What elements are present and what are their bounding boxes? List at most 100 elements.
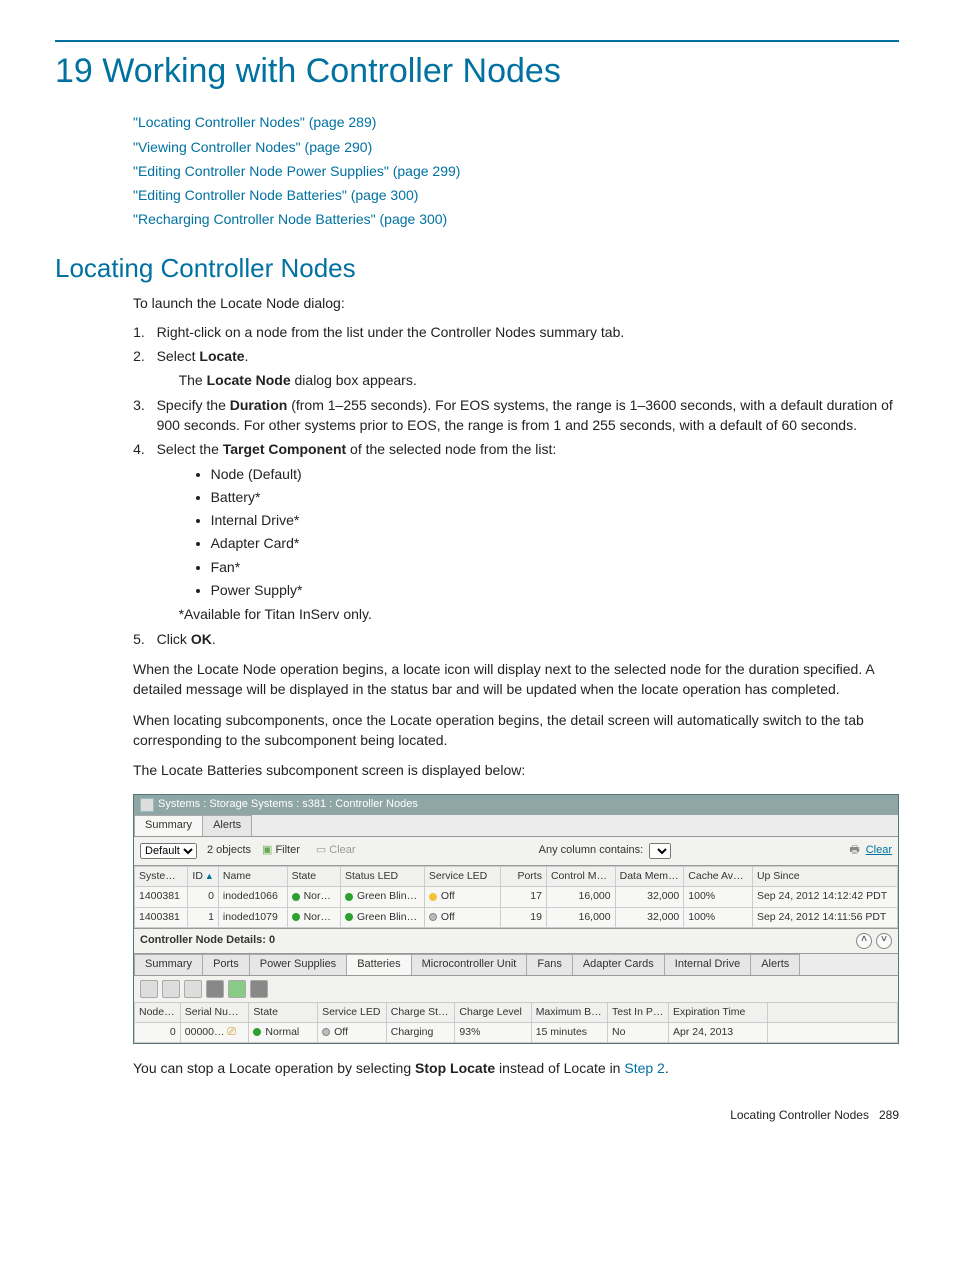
bth-chlvl[interactable]: Charge Level [455,1002,531,1022]
footer-text: Locating Controller Nodes [730,1108,869,1122]
para-2: When locating subcomponents, once the Lo… [133,710,899,751]
bth-nodeid[interactable]: Node ID [135,1002,181,1022]
closing-para: You can stop a Locate operation by selec… [133,1058,899,1078]
th-status-led[interactable]: Status LED [340,867,424,887]
bth-serial[interactable]: Serial Number [180,1002,249,1022]
toc-link-2[interactable]: "Viewing Controller Nodes" (page 290) [133,137,899,157]
filter-bar: Default 2 objects ▣ Filter ▭ Clear Any c… [134,837,898,866]
collapse-up-icon[interactable]: ˄ [856,933,872,949]
closing-pre: You can stop a Locate operation by selec… [133,1060,415,1076]
status-dot-icon [292,893,300,901]
th-cmem[interactable]: Control Memory (GiB) [546,867,615,887]
filter-button[interactable]: ▣ Filter [257,841,305,861]
th-since[interactable]: Up Since [752,867,897,887]
cell-id: 0 [188,887,219,907]
cell-serviceled: Off [424,887,500,907]
th-ports[interactable]: Ports [501,867,547,887]
bth-maxlife[interactable]: Maximum Battery Life [531,1002,607,1022]
toc-link-3[interactable]: "Editing Controller Node Power Supplies"… [133,161,899,181]
dtab-idrive[interactable]: Internal Drive [664,954,751,975]
cell-name: inoded1066 [218,887,287,907]
th-state[interactable]: State [287,867,340,887]
table-row[interactable]: 1400381 0 inoded1066 Normal Green Blinki… [135,887,898,907]
tab-summary[interactable]: Summary [134,815,203,836]
cell-since: Sep 24, 2012 14:11:56 PDT [752,907,897,927]
footnote: *Available for Titan InServ only. [179,604,899,624]
th-name[interactable]: Name [218,867,287,887]
tab-alerts[interactable]: Alerts [202,815,252,836]
th-system-sn[interactable]: System SN [135,867,188,887]
table-row[interactable]: 1400381 1 inoded1079 Normal Green Blinki… [135,907,898,927]
bullet-node: Node (Default) [211,464,899,484]
dtab-batteries[interactable]: Batteries [346,954,411,975]
step2-pre: Select [157,348,200,364]
collapse-down-icon[interactable]: ˅ [876,933,892,949]
battery5-icon[interactable] [228,980,246,998]
dtab-fans[interactable]: Fans [526,954,572,975]
toc-link-1[interactable]: "Locating Controller Nodes" (page 289) [133,112,899,132]
search-dropdown[interactable] [649,843,671,859]
page-footer: Locating Controller Nodes 289 [55,1107,899,1124]
cell-since: Sep 24, 2012 14:12:42 PDT [752,887,897,907]
dtab-mcu[interactable]: Microcontroller Unit [411,954,528,975]
bcell-node: 0 [135,1023,181,1043]
table-row[interactable]: 0 00000… ⎚ Normal Off Charging 93% 15 mi… [135,1023,898,1043]
dtab-alerts[interactable]: Alerts [750,954,800,975]
th-cache[interactable]: Cache Availability [684,867,753,887]
clear-button-right[interactable]: Clear [866,843,892,859]
step5-bold: OK [191,631,212,647]
th-id[interactable]: ID▲ [188,867,219,887]
target-component-list: Node (Default) Battery* Internal Drive* … [197,464,899,601]
footer-page: 289 [879,1108,899,1122]
toc-link-4[interactable]: "Editing Controller Node Batteries" (pag… [133,185,899,205]
filter-dropdown[interactable]: Default [140,843,197,859]
bcell-state: Normal [249,1023,318,1043]
led-dot-icon [322,1028,330,1036]
bcell-chstate: Charging [386,1023,455,1043]
step2-sub-pre: The [179,372,207,388]
para-1: When the Locate Node operation begins, a… [133,659,899,700]
bcell-empty [768,1023,898,1043]
table-header-row: Node ID Serial Number State Service LED … [135,1002,898,1022]
cell-serviceled: Off [424,907,500,927]
toc-link-5[interactable]: "Recharging Controller Node Batteries" (… [133,209,899,229]
step4-pre: Select the [157,441,223,457]
table-header-row: System SN ID▲ Name State Status LED Serv… [135,867,898,887]
dtab-adapter[interactable]: Adapter Cards [572,954,665,975]
bth-svcled[interactable]: Service LED [318,1002,387,1022]
dtab-summary[interactable]: Summary [134,954,203,975]
battery4-icon[interactable] [206,980,224,998]
bth-state[interactable]: State [249,1002,318,1022]
details-title-text: Controller Node Details: 0 [140,933,275,949]
battery3-icon[interactable] [184,980,202,998]
status-dot-icon [253,1028,261,1036]
battery2-icon[interactable] [162,980,180,998]
cell-statusled: Green Blinking [340,907,424,927]
bth-test[interactable]: Test In Progress [607,1002,668,1022]
cell-id: 1 [188,907,219,927]
clear-label-left: Clear [329,843,355,859]
cell-cmem: 16,000 [546,907,615,927]
step2-sub-post: dialog box appears. [291,372,417,388]
step2-link[interactable]: Step 2 [624,1060,664,1076]
led-dot-icon [429,893,437,901]
clear-button-left[interactable]: ▭ Clear [311,841,361,861]
cell-state: Normal [287,907,340,927]
th-service-led[interactable]: Service LED [424,867,500,887]
filter-label: Filter [275,843,299,859]
bth-exp[interactable]: Expiration Time [669,1002,768,1022]
dtab-psu[interactable]: Power Supplies [249,954,347,975]
bcell-test: No [607,1023,668,1043]
bullet-adaptercard: Adapter Card* [211,533,899,553]
battery1-icon[interactable] [140,980,158,998]
cell-cmem: 16,000 [546,887,615,907]
th-dmem[interactable]: Data Memory (GiB) [615,867,684,887]
battery6-icon[interactable] [250,980,268,998]
filter-icon: ▣ [262,843,272,859]
printer-icon[interactable]: 🖶 [849,843,859,859]
bth-chstate[interactable]: Charge State [386,1002,455,1022]
nodes-table: System SN ID▲ Name State Status LED Serv… [134,866,898,928]
dtab-ports[interactable]: Ports [202,954,250,975]
bullet-battery: Battery* [211,487,899,507]
panel-titlebar: Systems : Storage Systems : s381 : Contr… [134,795,898,815]
